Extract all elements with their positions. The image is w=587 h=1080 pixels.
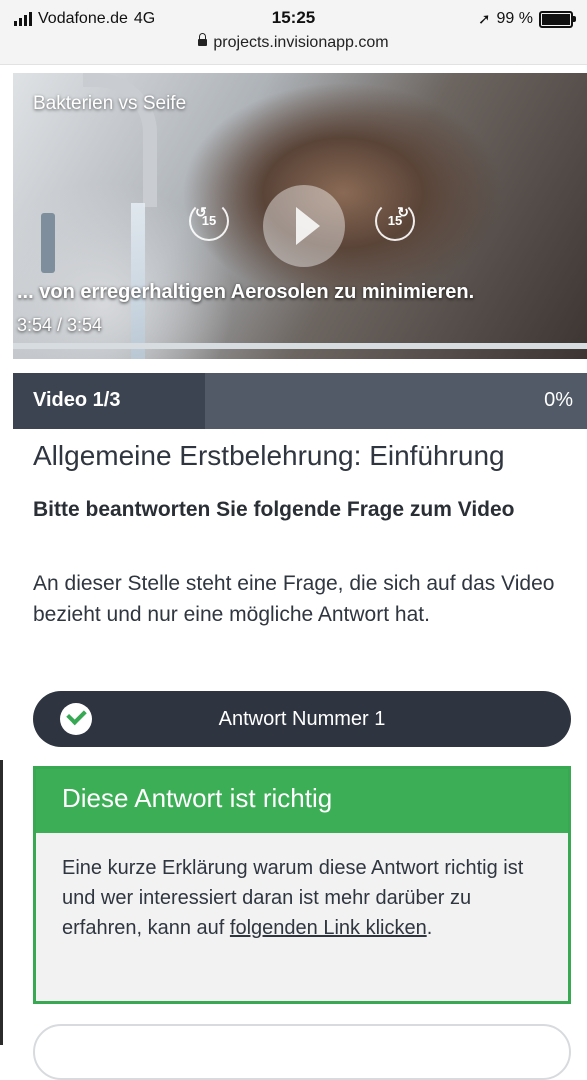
result-explanation: Eine kurze Erklärung warum diese Antwort…	[62, 853, 542, 943]
left-edge-bar	[0, 760, 3, 1045]
video-progress-header: Video 1/3 0%	[13, 373, 587, 429]
url-text: projects.invisionapp.com	[213, 34, 389, 51]
next-answer-button[interactable]	[33, 1024, 571, 1080]
skip-forward-button[interactable]: ↻ 15	[375, 201, 415, 241]
location-arrow-icon: ➚	[477, 11, 491, 28]
result-header: Diese Antwort ist richtig	[36, 769, 568, 833]
video-progress-bar[interactable]	[13, 343, 587, 349]
more-info-link[interactable]: folgenden Link klicken	[230, 917, 427, 939]
soap-bottle-graphic	[41, 213, 55, 273]
skip-back-button[interactable]: ↺ 15	[189, 201, 229, 241]
result-trailing: .	[426, 917, 433, 939]
video-time: 3:54 / 3:54	[17, 315, 103, 335]
video-counter: Video 1/3	[33, 389, 121, 411]
lock-icon	[198, 33, 208, 46]
play-button[interactable]	[263, 185, 345, 267]
video-caption: ... von erregerhaltigen Aerosolen zu min…	[17, 281, 475, 303]
progress-percent: 0%	[544, 389, 573, 411]
answer-button[interactable]: Antwort Nummer 1	[33, 691, 571, 747]
question-text: An dieser Stelle steht eine Frage, die s…	[33, 572, 555, 626]
page-title: Allgemeine Erstbelehrung: Einführung	[33, 440, 505, 471]
status-bar: Vodafone.de 4G 15:25 ➚ 99 % projects.inv…	[0, 0, 587, 65]
address-bar[interactable]: projects.invisionapp.com	[0, 33, 587, 52]
battery-percent: 99 %	[496, 10, 533, 27]
result-title: Diese Antwort ist richtig	[62, 783, 333, 813]
result-panel: Diese Antwort ist richtig Eine kurze Erk…	[33, 766, 571, 1004]
video-title: Bakterien vs Seife	[33, 93, 187, 114]
battery-icon	[539, 10, 576, 28]
answer-label: Antwort Nummer 1	[218, 708, 386, 730]
rewind-arrow-icon: ↺	[195, 204, 207, 220]
forward-arrow-icon: ↻	[397, 204, 409, 220]
status-right: ➚ 99 %	[477, 10, 576, 28]
question-heading: Bitte beantworten Sie folgende Frage zum…	[33, 498, 515, 521]
video-player[interactable]: Bakterien vs Seife ↺ 15 ↻ 15 ... von erreg…	[13, 73, 587, 359]
video-progress-fill	[13, 343, 587, 349]
